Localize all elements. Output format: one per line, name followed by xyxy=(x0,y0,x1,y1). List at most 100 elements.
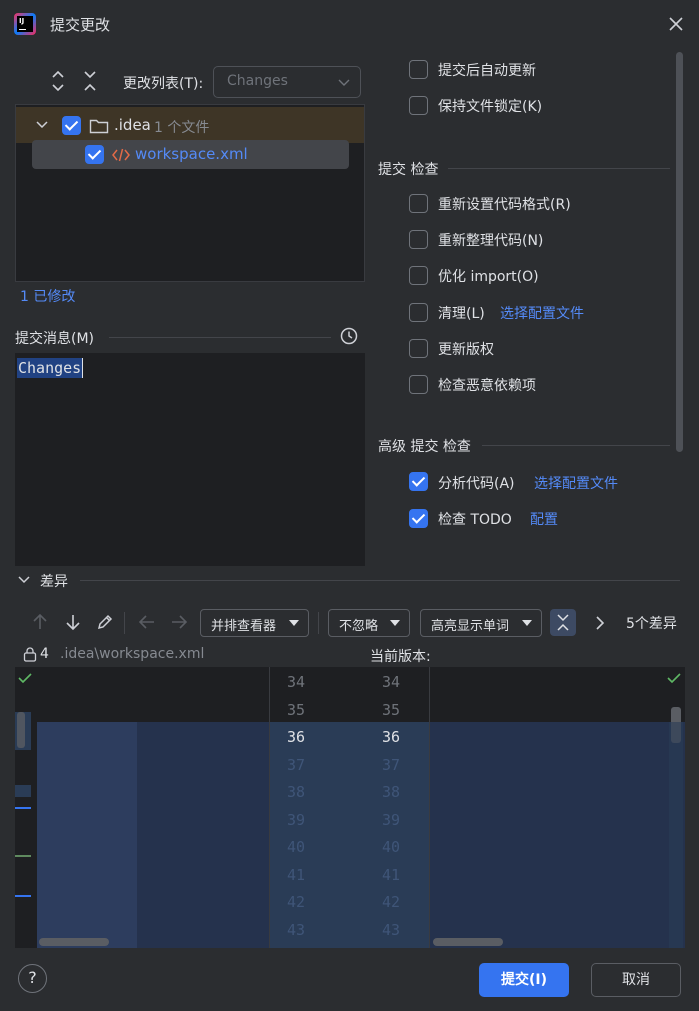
line-number: 37 xyxy=(286,755,305,774)
line-number: 36 xyxy=(381,728,400,746)
diff-header[interactable]: 差异 xyxy=(40,571,68,591)
malicious-deps-label: 检查恶意依赖项 xyxy=(438,378,536,394)
changelist-select[interactable]: Changes xyxy=(213,66,361,98)
diff-marker-line xyxy=(15,855,31,857)
line-number: 38 xyxy=(286,783,305,801)
check-icon xyxy=(18,673,32,684)
cancel-button[interactable]: 取消 xyxy=(591,963,681,997)
help-button[interactable]: ? xyxy=(18,964,47,993)
commit-checks-separator xyxy=(448,168,670,169)
commit-message-label: 提交消息(M) xyxy=(15,331,95,347)
line-number: 37 xyxy=(381,755,400,774)
forward-arrow-icon[interactable] xyxy=(168,612,190,637)
rearrange-label: 重新整理代码(N) xyxy=(438,233,544,249)
reformat-label: 重新设置代码格式(R) xyxy=(438,197,571,213)
tree-folder-row[interactable]: .idea 1 个文件 xyxy=(16,107,364,143)
auto-update-label: 提交后自动更新 xyxy=(438,63,536,79)
analyze-profile-link[interactable]: 选择配置文件 xyxy=(534,473,618,493)
collapse-all-icon[interactable] xyxy=(81,70,99,92)
line-number: 34 xyxy=(286,673,305,691)
line-number: 43 xyxy=(286,920,305,939)
gutter-border xyxy=(429,667,430,948)
right-changed-block xyxy=(429,722,685,948)
advanced-checks-separator xyxy=(482,445,670,446)
diff-toolbar-divider xyxy=(124,612,125,634)
line-number: 43 xyxy=(381,920,400,939)
close-icon[interactable] xyxy=(666,14,686,34)
left-file-number: 4 xyxy=(40,646,49,662)
commit-button[interactable]: 提交(I) xyxy=(479,963,569,997)
options-scrollbar[interactable] xyxy=(676,52,683,452)
collapse-unchanged-icon[interactable] xyxy=(550,609,576,636)
chevron-down-icon[interactable] xyxy=(18,575,30,585)
left-file-path: .idea\workspace.xml xyxy=(60,646,205,662)
history-icon[interactable] xyxy=(339,326,359,346)
line-number: 39 xyxy=(286,810,305,829)
auto-update-checkbox[interactable] xyxy=(409,60,428,79)
line-number: 42 xyxy=(286,893,305,911)
cleanup-label: 清理(L) xyxy=(438,306,485,322)
reformat-checkbox[interactable] xyxy=(409,194,428,213)
tree-file-row[interactable]: workspace.xml xyxy=(32,140,349,169)
chevron-down-icon[interactable] xyxy=(36,120,48,130)
malicious-deps-checkbox[interactable] xyxy=(409,375,428,394)
edit-icon[interactable] xyxy=(94,612,116,637)
folder-icon xyxy=(89,119,109,134)
line-number: 35 xyxy=(381,700,400,719)
commit-message-editor[interactable]: Changes xyxy=(15,353,365,566)
viewer-select[interactable]: 并排查看器 xyxy=(200,609,309,637)
changelist-select-value: Changes xyxy=(227,73,288,89)
line-number: 41 xyxy=(381,865,400,884)
keep-locked-checkbox[interactable] xyxy=(409,96,428,115)
back-arrow-icon[interactable] xyxy=(136,612,158,637)
file-checkbox[interactable] xyxy=(85,145,104,164)
ignore-select-value: 不忽略 xyxy=(339,619,379,634)
changelist-label: 更改列表(T): xyxy=(123,76,204,92)
left-hscroll-thumb[interactable] xyxy=(39,938,109,946)
changes-tree[interactable]: .idea 1 个文件 workspace.xml xyxy=(15,104,365,282)
expand-all-icon[interactable] xyxy=(49,70,67,92)
chevron-right-icon[interactable] xyxy=(593,614,607,632)
next-diff-icon[interactable] xyxy=(62,612,84,637)
folder-checkbox[interactable] xyxy=(62,116,81,135)
lock-icon xyxy=(22,646,38,662)
commit-message-separator xyxy=(109,337,331,338)
line-number: 35 xyxy=(286,700,305,719)
right-hscroll-thumb[interactable] xyxy=(433,938,503,946)
folder-name: .idea xyxy=(114,116,151,134)
prev-diff-icon[interactable] xyxy=(29,612,51,637)
right-scroll-track xyxy=(669,722,683,948)
xml-file-icon xyxy=(112,148,130,162)
rearrange-checkbox[interactable] xyxy=(409,230,428,249)
todo-checkbox[interactable] xyxy=(409,509,428,528)
line-number: 39 xyxy=(381,810,400,829)
cleanup-profile-link[interactable]: 选择配置文件 xyxy=(500,303,584,323)
analyze-code-label: 分析代码(A) xyxy=(438,476,515,492)
modified-count[interactable]: 1 已修改 xyxy=(20,286,75,306)
optimize-imports-checkbox[interactable] xyxy=(409,266,428,285)
commit-message-text[interactable]: Changes xyxy=(17,358,84,378)
line-number: 38 xyxy=(381,783,400,801)
update-copyright-checkbox[interactable] xyxy=(409,339,428,358)
diff-editor[interactable]: 34 35 36 37 38 39 40 41 42 43 34 35 36 37 38 39 40 41 42 4… xyxy=(15,667,685,948)
optimize-imports-label: 优化 import(O) xyxy=(438,269,539,285)
diff-marker-line xyxy=(15,807,31,809)
line-number: 40 xyxy=(286,838,305,856)
analyze-code-checkbox[interactable] xyxy=(409,472,428,491)
keep-locked-label: 保持文件锁定(K) xyxy=(438,99,543,115)
line-number: 34 xyxy=(381,673,400,691)
ignore-select[interactable]: 不忽略 xyxy=(328,609,410,637)
highlight-select[interactable]: 高亮显示单词 xyxy=(420,609,542,637)
diff-separator xyxy=(80,580,680,581)
todo-config-link[interactable]: 配置 xyxy=(530,509,558,529)
commit-checks-header: 提交 检查 xyxy=(378,162,439,178)
cleanup-checkbox[interactable] xyxy=(409,303,428,322)
diff-count: 5个差异 xyxy=(626,616,677,632)
left-scroll-thumb[interactable] xyxy=(17,712,25,748)
line-number: 40 xyxy=(381,838,400,856)
viewer-select-value: 并排查看器 xyxy=(211,619,277,634)
title-bar: IJ 提交更改 xyxy=(0,0,699,50)
chevron-down-icon xyxy=(338,79,350,86)
line-number: 42 xyxy=(381,893,400,911)
folder-file-count: 1 个文件 xyxy=(154,120,210,136)
